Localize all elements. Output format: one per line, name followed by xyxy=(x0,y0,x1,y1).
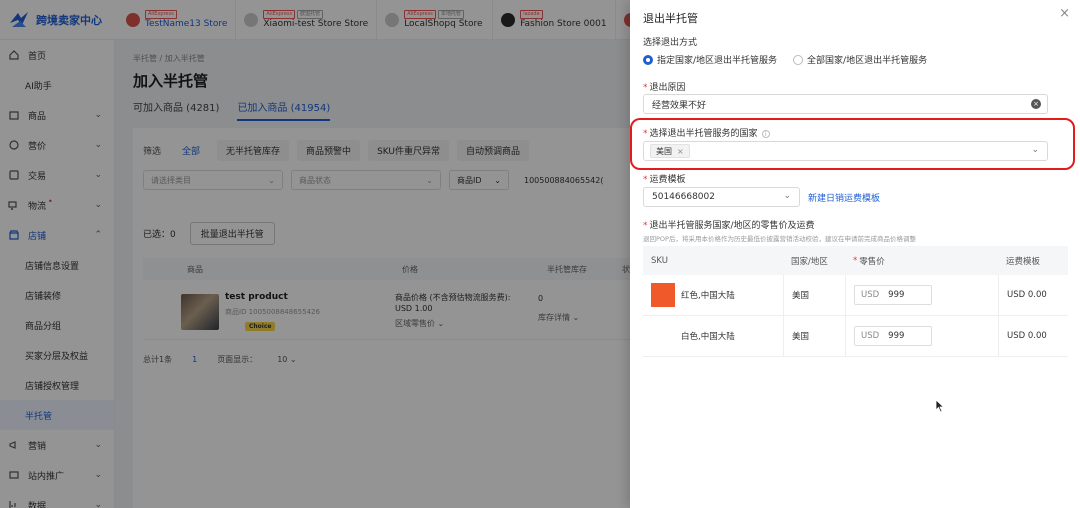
sku-region: 美国 xyxy=(783,275,845,315)
col-region: 国家/地区 xyxy=(791,256,828,267)
exit-method-radio-group: 指定国家/地区退出半托管服务 全部国家/地区退出半托管服务 xyxy=(643,53,927,66)
sku-name: 白色,中国大陆 xyxy=(681,332,735,342)
col-sku: SKU xyxy=(651,255,668,266)
retail-price-input[interactable]: USD 999 xyxy=(854,285,932,305)
new-template-link[interactable]: 新建日销运费模板 xyxy=(808,191,880,204)
reason-input[interactable]: 经营效果不好 × xyxy=(643,94,1048,114)
country-tag: 美国 × xyxy=(650,144,690,158)
sku-row: 红色,中国大陆 美国 USD 999 USD 0.00 xyxy=(643,275,1068,316)
remove-tag-icon[interactable]: × xyxy=(677,147,684,156)
sku-color-swatch xyxy=(651,283,675,307)
modal-overlay[interactable] xyxy=(0,0,630,508)
price-section-label: * 退出半托管服务国家/地区的零售价及运费 xyxy=(643,221,815,231)
freight-label: * 运费模板 xyxy=(643,175,686,185)
sku-table-header: SKU 国家/地区 * 零售价 运费模板 xyxy=(643,246,1068,275)
radio-all-countries[interactable]: 全部国家/地区退出半托管服务 xyxy=(793,53,927,66)
close-icon[interactable]: × xyxy=(1059,6,1070,21)
sku-color-swatch xyxy=(651,324,675,348)
col-retail-price: * 零售价 xyxy=(853,255,885,267)
chevron-down-icon: ⌄ xyxy=(1031,145,1039,155)
col-freight: 运费模板 xyxy=(1006,256,1041,267)
sku-name: 红色,中国大陆 xyxy=(681,291,735,301)
clear-icon[interactable]: × xyxy=(1031,99,1041,109)
sku-region: 美国 xyxy=(783,316,845,356)
reason-label: * 退出原因 xyxy=(643,83,686,93)
drawer-title: 退出半托管 xyxy=(643,12,698,25)
sku-row: 白色,中国大陆 美国 USD 999 USD 0.00 xyxy=(643,316,1068,357)
info-icon[interactable]: i xyxy=(761,129,770,138)
radio-specific-country[interactable]: 指定国家/地区退出半托管服务 xyxy=(643,53,777,66)
price-hint: 退回POP后，将采用本价格作为历史最低价披露营销活动校验，建议在申请前完成商品价… xyxy=(643,235,916,243)
radio-selected-icon xyxy=(643,54,653,65)
sku-freight: USD 0.00 xyxy=(998,275,1068,315)
sku-freight: USD 0.00 xyxy=(998,316,1068,356)
country-label: * 选择退出半托管服务的国家 i xyxy=(643,126,770,139)
radio-unselected-icon xyxy=(793,54,804,65)
freight-template-select[interactable]: 50146668002 ⌄ xyxy=(643,187,800,207)
mouse-cursor-icon xyxy=(935,399,945,413)
sku-price-table: SKU 国家/地区 * 零售价 运费模板 红色,中国大陆 美国 USD 999 US… xyxy=(643,246,1068,357)
retail-price-input[interactable]: USD 999 xyxy=(854,326,932,346)
country-select[interactable]: 美国 × ⌄ xyxy=(643,141,1048,161)
exit-semi-managed-drawer: 退出半托管 × 选择退出方式 指定国家/地区退出半托管服务 全部国家/地区退出半… xyxy=(630,0,1080,508)
exit-method-label: 选择退出方式 xyxy=(643,38,698,48)
chevron-down-icon: ⌄ xyxy=(783,191,791,201)
